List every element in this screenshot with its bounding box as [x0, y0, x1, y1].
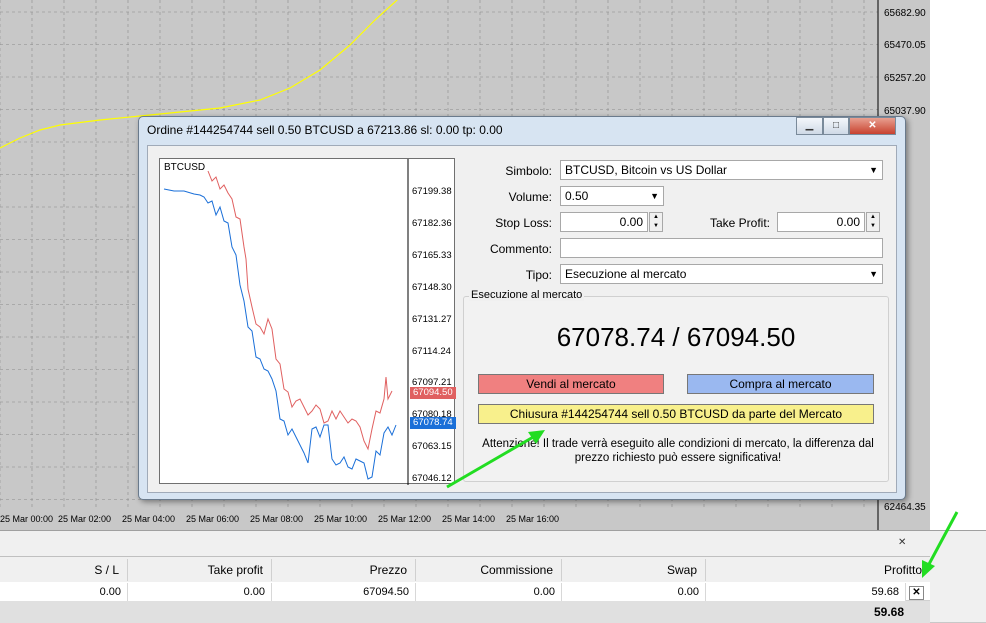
sell-market-button[interactable]: Vendi al mercato [478, 374, 664, 394]
volume-label: Volume: [508, 190, 552, 204]
minimize-icon[interactable]: ▁ [796, 117, 823, 135]
close-icon[interactable]: ✕ [898, 537, 906, 548]
window-controls: ▁ □ ✕ [796, 117, 896, 135]
column-header-profit[interactable]: Profitto [706, 559, 930, 581]
time-label: 25 Mar 16:00 [506, 514, 560, 524]
bid-line [163, 188, 397, 480]
time-label: 25 Mar 12:00 [378, 514, 432, 524]
take-profit-input[interactable]: 0.00 [777, 212, 865, 232]
stop-loss-label: Stop Loss: [495, 216, 552, 230]
mini-price-label: 67165.33 [412, 250, 452, 261]
bid-ask-prices: 67078.74 / 67094.50 [556, 322, 796, 352]
mini-price-label: 67199.38 [412, 186, 452, 197]
mini-price-label: 67182.36 [412, 218, 452, 229]
time-label: 25 Mar 06:00 [186, 514, 240, 524]
time-label: 25 Mar 08:00 [250, 514, 304, 524]
mini-chart: BTCUSD 67199.38 67182.36 67165.33 67148.… [159, 158, 456, 485]
stop-loss-input[interactable]: 0.00 [560, 212, 648, 232]
bid-price-tag: 67078.74 [410, 417, 456, 429]
column-header-sl[interactable]: S / L [0, 559, 128, 581]
buy-market-button[interactable]: Compra al mercato [687, 374, 874, 394]
ask-price-tag: 67094.50 [410, 387, 456, 399]
price-label: 62464.35 [884, 502, 926, 513]
volume-select[interactable]: 0.50 ▼ [560, 186, 664, 206]
mini-price-label: 67046.12 [412, 473, 452, 484]
total-profit: 59.68 [873, 605, 904, 619]
column-header-price[interactable]: Prezzo [272, 559, 416, 581]
order-type-select[interactable]: Esecuzione al mercato ▼ [560, 264, 883, 284]
volume-value: 0.50 [565, 189, 589, 203]
close-icon[interactable]: ✕ [849, 117, 896, 135]
mini-price-label: 67148.30 [412, 282, 452, 293]
maximize-icon[interactable]: □ [823, 117, 849, 135]
symbol-value: BTCUSD, Bitcoin vs US Dollar [565, 163, 728, 177]
terminal-panel: ✕ S / L Take profit Prezzo Commissione S… [0, 530, 986, 623]
price-label: 65470.05 [884, 40, 926, 51]
price-label: 65682.90 [884, 8, 926, 19]
stop-loss-stepper[interactable]: ▲ ▼ [649, 212, 663, 232]
close-position-button[interactable]: Chiusura #144254744 sell 0.50 BTCUSD da … [478, 404, 874, 424]
take-profit-label: Take Profit: [709, 216, 770, 230]
comment-label: Commento: [489, 242, 552, 256]
price-label: 65257.20 [884, 73, 926, 84]
cell-profit: 59.68 [706, 583, 906, 601]
column-header-commission[interactable]: Commissione [416, 559, 562, 581]
time-label: 25 Mar 04:00 [122, 514, 176, 524]
market-execution-label: Esecuzione al mercato [469, 289, 585, 301]
dialog-body: BTCUSD 67199.38 67182.36 67165.33 67148.… [147, 145, 897, 493]
chevron-down-icon: ▼ [650, 191, 659, 201]
chevron-down-icon: ▼ [869, 165, 878, 175]
close-position-icon[interactable]: ✕ [909, 586, 924, 600]
cell-swap: 0.00 [562, 583, 706, 601]
warning-text: Attenzione! Il trade verrà eseguito alle… [482, 438, 874, 464]
column-header-take-profit[interactable]: Take profit [128, 559, 272, 581]
symbol-label: Simbolo: [505, 164, 552, 178]
dialog-title: Ordine #144254744 sell 0.50 BTCUSD a 672… [147, 123, 503, 137]
column-header-swap[interactable]: Swap [562, 559, 706, 581]
time-label: 25 Mar 10:00 [314, 514, 368, 524]
time-label: 25 Mar 14:00 [442, 514, 496, 524]
right-panel [930, 0, 986, 530]
mini-price-label: 67131.27 [412, 314, 452, 325]
chevron-down-icon: ▼ [869, 269, 878, 279]
take-profit-stepper[interactable]: ▲ ▼ [866, 212, 880, 232]
cell-tp: 0.00 [128, 583, 272, 601]
symbol-select[interactable]: BTCUSD, Bitcoin vs US Dollar ▼ [560, 160, 883, 180]
mini-price-label: 67114.24 [412, 346, 451, 357]
terminal-toolbar: ✕ [0, 531, 930, 557]
cell-sl: 0.00 [0, 583, 128, 601]
total-row [0, 601, 930, 623]
comment-input[interactable] [560, 238, 883, 258]
time-label: 25 Mar 00:00 [0, 514, 54, 524]
type-label: Tipo: [525, 268, 552, 282]
order-dialog: Ordine #144254744 sell 0.50 BTCUSD a 672… [138, 116, 906, 500]
order-type-value: Esecuzione al mercato [565, 267, 687, 281]
cell-commission: 0.00 [416, 583, 562, 601]
ask-line [207, 170, 393, 451]
cell-price: 67094.50 [272, 583, 416, 601]
time-label: 25 Mar 02:00 [58, 514, 112, 524]
mini-price-label: 67063.15 [412, 441, 452, 452]
